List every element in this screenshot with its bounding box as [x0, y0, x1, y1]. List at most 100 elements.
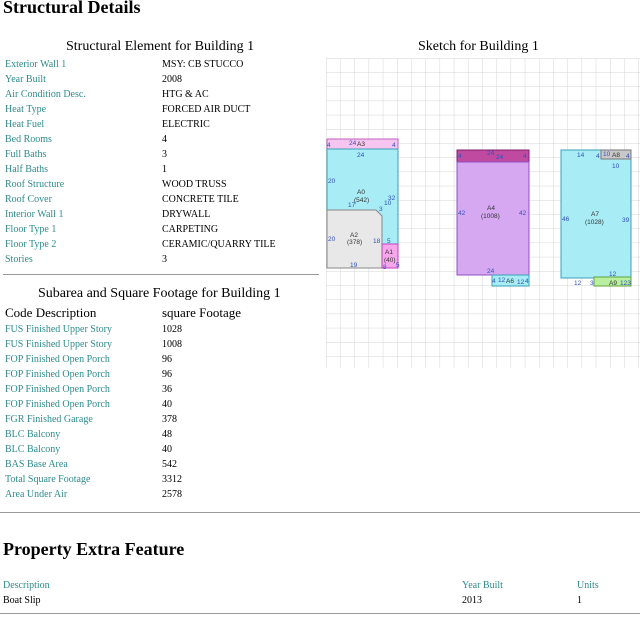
dim-label: 3 — [590, 280, 594, 287]
dim-label: 12 — [574, 280, 582, 287]
table-row: Area Under Air 2578 — [5, 489, 305, 504]
dim-label: 24 — [496, 154, 504, 161]
square-footage-header: square Footage — [162, 305, 242, 320]
element-label: Roof Cover — [5, 194, 52, 205]
dim-label: 18 — [373, 238, 381, 245]
dim-label: 10 — [603, 151, 611, 158]
element-label: Stories — [5, 254, 33, 265]
element-label: Interior Wall 1 — [5, 209, 64, 220]
dim-label: 8 — [383, 264, 387, 271]
table-row: Heat Fuel ELECTRIC — [5, 119, 305, 134]
table-row: Roof Cover CONCRETE TILE — [5, 194, 305, 209]
extra-units-header: Units — [577, 580, 599, 591]
dim-label: 12 — [498, 277, 506, 284]
subarea-label: FUS Finished Upper Story — [5, 339, 112, 350]
element-value: 4 — [162, 134, 167, 145]
element-value: CONCRETE TILE — [162, 194, 239, 205]
label-a7-area: (1028) — [585, 219, 604, 226]
dim-label: 123 — [620, 280, 631, 287]
table-row: Floor Type 1 CARPETING — [5, 224, 305, 239]
section-divider — [0, 512, 640, 513]
table-row: Exterior Wall 1 MSY: CB STUCCO — [5, 59, 305, 74]
dim-label: 10 — [384, 200, 392, 207]
table-row: Heat Type FORCED AIR DUCT — [5, 104, 305, 119]
table-row: FUS Finished Upper Story 1028 — [5, 324, 305, 339]
dim-label: 3 — [379, 206, 383, 213]
table-row: BAS Base Area 542 — [5, 459, 305, 474]
element-value: 3 — [162, 149, 167, 160]
subarea-label: FOP Finished Open Porch — [5, 369, 110, 380]
subarea-label: Area Under Air — [5, 489, 68, 500]
label-a2: A2 — [350, 232, 358, 239]
label-a1-area: (40) — [384, 257, 396, 264]
dim-label: 24 — [357, 152, 365, 159]
subarea-value: 378 — [162, 414, 177, 425]
subarea-value: 40 — [162, 444, 172, 455]
element-label: Floor Type 1 — [5, 224, 57, 235]
dim-label: 4 — [596, 153, 600, 160]
element-label: Air Condition Desc. — [5, 89, 86, 100]
table-row: Stories 3 — [5, 254, 305, 269]
dim-label: 20 — [328, 178, 336, 185]
element-table-title: Structural Element for Building 1 — [66, 39, 255, 54]
subarea-value: 542 — [162, 459, 177, 470]
subarea-label: FOP Finished Open Porch — [5, 354, 110, 365]
table-row: Year Built 2008 — [5, 74, 305, 89]
table-row: Interior Wall 1 DRYWALL — [5, 209, 305, 224]
table-row: BLC Balcony 40 — [5, 444, 305, 459]
dim-label: 24 — [487, 268, 495, 275]
table-row: FOP Finished Open Porch 36 — [5, 384, 305, 399]
table-row: Half Baths 1 — [5, 164, 305, 179]
dim-label: 4 — [525, 278, 529, 285]
subarea-value: 40 — [162, 399, 172, 410]
element-label: Heat Type — [5, 104, 47, 115]
table-row: Roof Structure WOOD TRUSS — [5, 179, 305, 194]
subarea-value: 96 — [162, 354, 172, 365]
label-a1: A1 — [385, 249, 393, 256]
dim-label: 14 — [577, 152, 585, 159]
table-row: Total Square Footage 3312 — [5, 474, 305, 489]
sketch-title: Sketch for Building 1 — [418, 39, 539, 54]
divider — [3, 274, 319, 275]
element-value: HTG & AC — [162, 89, 209, 100]
table-row: Bed Rooms 4 — [5, 134, 305, 149]
dim-label: 46 — [562, 216, 570, 223]
element-label: Half Baths — [5, 164, 49, 175]
subarea-value: 96 — [162, 369, 172, 380]
element-label: Bed Rooms — [5, 134, 52, 145]
element-value: CARPETING — [162, 224, 219, 235]
dim-label: 42 — [458, 210, 466, 217]
element-label: Year Built — [5, 74, 46, 85]
dim-label: 4 — [492, 278, 496, 285]
element-value: WOOD TRUSS — [162, 179, 227, 190]
extra-description-cell: Boat Slip — [3, 595, 41, 606]
subarea-value: 36 — [162, 384, 172, 395]
dim-label: 12 — [609, 271, 617, 278]
dim-label: 4 — [392, 142, 396, 149]
dim-label: 12 — [517, 279, 525, 286]
subarea-value: 48 — [162, 429, 172, 440]
element-label: Exterior Wall 1 — [5, 59, 67, 70]
table-row: Air Condition Desc. HTG & AC — [5, 89, 305, 104]
element-value: 3 — [162, 254, 167, 265]
subarea-label: FOP Finished Open Porch — [5, 399, 110, 410]
dim-label: 4 — [327, 142, 331, 149]
dim-label: 5 — [396, 262, 400, 269]
dim-label: 4 — [458, 153, 462, 160]
subarea-label: BAS Base Area — [5, 459, 68, 470]
dim-label: 20 — [328, 236, 336, 243]
subarea-label: BLC Balcony — [5, 444, 61, 455]
dim-label: 5 — [387, 238, 391, 245]
table-row: FUS Finished Upper Story 1008 — [5, 339, 305, 354]
subarea-label: FOP Finished Open Porch — [5, 384, 110, 395]
label-a9: A9 — [609, 280, 617, 287]
element-value: ELECTRIC — [162, 119, 210, 130]
building-sketch: A3 A0 (542) A2 (378) A1 (40) A4 (1008) A… — [326, 58, 640, 368]
label-a3: A3 — [357, 141, 365, 148]
dim-label: 42 — [519, 210, 527, 217]
element-value: MSY: CB STUCCO — [162, 59, 244, 70]
bottom-divider — [0, 613, 640, 614]
label-a8: A8 — [612, 152, 620, 159]
dim-label: 24 — [487, 150, 495, 157]
table-row: FOP Finished Open Porch 40 — [5, 399, 305, 414]
